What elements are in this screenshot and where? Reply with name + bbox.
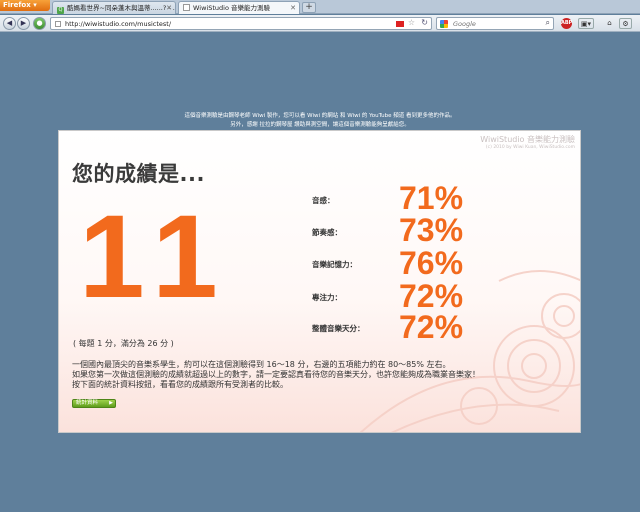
explanation-line-3: 按下面的統計資料按鈕，看看您的成績跟所有受測者的比較。 <box>72 380 288 389</box>
firefox-menu-label: Firefox <box>3 1 31 9</box>
statistics-button-label: 統計資料 <box>76 400 99 406</box>
home-site-button[interactable]: ● <box>33 17 46 30</box>
tab-2-label: WiwiStudio 音樂能力測驗 <box>193 4 270 12</box>
stat-label-pitch: 音感： <box>312 196 335 205</box>
result-card: WiwiStudio 音樂能力測驗 (c) 2010 by Wiwi Kuan,… <box>58 130 581 433</box>
stat-label-rhythm: 節奏感： <box>312 228 342 237</box>
flag-icon <box>396 21 404 27</box>
bookmark-star-icon[interactable]: ☆ <box>408 18 415 27</box>
tab-close-icon[interactable]: ✕ <box>166 2 172 14</box>
url-input[interactable] <box>65 18 385 29</box>
adblock-icon[interactable]: ABP <box>561 18 572 29</box>
back-arrow-icon: ◀ <box>6 19 13 27</box>
search-bar[interactable]: ⌕ <box>436 17 554 30</box>
tab-2[interactable]: WiwiStudio 音樂能力測驗 ✕ <box>178 1 300 14</box>
tab-1-label: 酷媽看世界~同朵蓬木與溫蒂......? - ... <box>67 4 176 12</box>
url-bar[interactable]: ☆ ↻ <box>50 17 432 30</box>
home-icon[interactable]: ⌂ <box>604 18 615 29</box>
search-icon[interactable]: ⌕ <box>546 18 550 28</box>
nav-bar: ◀ ▶ ● ☆ ↻ ⌕ ABP ▣▾ ⌂ ⚙ <box>0 15 640 32</box>
intro-line-1: 這個音樂測驗是由鋼琴老師 Wiwi 製作，您可以看 Wiwi 的網站 和 Wiw… <box>184 113 456 119</box>
intro-line-2: 另外，感謝 拉拉的鋼琴屋 讚助與測空間，讓這個音樂測驗能夠呈獻給您。 <box>230 122 410 128</box>
firefox-menu-button[interactable]: Firefox ▾ <box>0 0 50 11</box>
page-favicon-icon <box>183 4 190 11</box>
brand-title: WiwiStudio 音樂能力測驗 <box>480 135 575 144</box>
stat-value-rhythm: 73% <box>399 212 464 248</box>
forward-button[interactable]: ▶ <box>17 17 30 30</box>
tab-close-icon[interactable]: ✕ <box>290 2 296 14</box>
statistics-button[interactable]: 統計資料 ▶ <box>72 399 116 408</box>
site-icon: ● <box>36 19 43 27</box>
stat-label-overall: 整體音樂天分： <box>312 324 365 333</box>
reload-icon[interactable]: ↻ <box>421 18 428 27</box>
tab-1[interactable]: Q 酷媽看世界~同朵蓬木與溫蒂......? - ... ✕ <box>52 1 176 14</box>
back-button[interactable]: ◀ <box>3 17 16 30</box>
stat-value-focus: 72% <box>399 278 464 314</box>
explanation-line-1: 一個國內最頂尖的音樂系學生，約可以在這個測驗得到 16～18 分，右邊的五項能力… <box>72 360 451 369</box>
new-tab-button[interactable]: + <box>302 2 316 13</box>
explanation-text: 一個國內最頂尖的音樂系學生，約可以在這個測驗得到 16～18 分，右邊的五項能力… <box>72 360 480 390</box>
explanation-line-2: 如果您第一次做這個測驗的成績就超過以上的數字，請一定要認真看待您的音樂天分，也許… <box>72 370 480 379</box>
addon-menu-icon[interactable]: ▣▾ <box>578 18 594 29</box>
brand-copyright: (c) 2010 by Wiwi Kuan, WiwiStudio.com <box>485 145 575 150</box>
intro-text: 這個音樂測驗是由鋼琴老師 Wiwi 製作，您可以看 Wiwi 的網站 和 Wiw… <box>0 112 640 130</box>
stat-label-memory: 音樂記憶力： <box>312 260 357 269</box>
result-heading: 您的成績是... <box>72 162 205 186</box>
arrow-right-icon: ▶ <box>109 400 113 406</box>
stat-label-focus: 專注力： <box>312 293 342 302</box>
brand-watermark: WiwiStudio 音樂能力測驗 (c) 2010 by Wiwi Kuan,… <box>480 134 575 150</box>
page-icon <box>55 21 61 27</box>
score-value: 11 <box>79 191 232 323</box>
tools-menu-icon[interactable]: ⚙ <box>619 18 632 29</box>
stat-value-overall: 72% <box>399 309 464 345</box>
forward-arrow-icon: ▶ <box>20 19 27 27</box>
site-favicon-icon: Q <box>57 7 64 14</box>
score-note: ( 每題 1 分，滿分為 26 分 ) <box>73 339 174 348</box>
google-icon[interactable] <box>440 20 448 28</box>
stat-value-pitch: 71% <box>399 180 464 216</box>
stat-value-memory: 76% <box>399 245 464 281</box>
search-input[interactable] <box>453 18 541 29</box>
tab-bar: Firefox ▾ Q 酷媽看世界~同朵蓬木與溫蒂......? - ... ✕ … <box>0 0 640 14</box>
